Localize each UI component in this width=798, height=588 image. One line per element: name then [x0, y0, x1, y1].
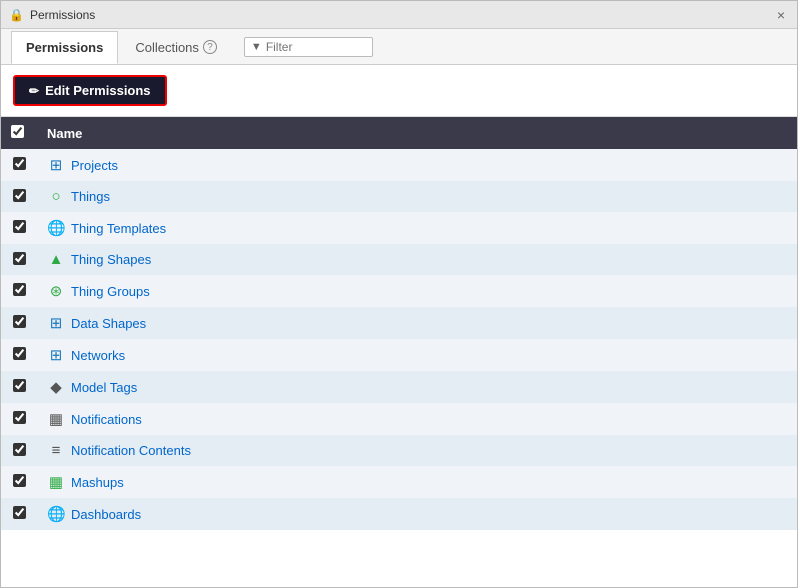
- item-icon: ⊞: [47, 346, 65, 364]
- item-link[interactable]: ▲ Thing Shapes: [47, 251, 787, 268]
- row-checkbox[interactable]: [13, 411, 26, 424]
- tab-bar: Permissions Collections ? ▼: [1, 29, 797, 65]
- window-title: Permissions: [30, 8, 95, 22]
- edit-permissions-label: Edit Permissions: [45, 83, 150, 98]
- table-row: ⊛ Thing Groups: [1, 275, 797, 307]
- item-icon: ⊞: [47, 314, 65, 332]
- item-icon: 🌐: [47, 219, 65, 237]
- filter-input-wrap: ▼: [244, 37, 373, 57]
- filter-area: ▼: [244, 37, 373, 57]
- title-bar-left: 🔒 Permissions: [9, 8, 95, 22]
- item-name: Thing Shapes: [71, 252, 151, 267]
- close-button[interactable]: ×: [773, 7, 789, 23]
- item-link[interactable]: 🌐 Dashboards: [47, 505, 787, 523]
- item-link[interactable]: ▦ Notifications: [47, 410, 787, 428]
- item-name: Data Shapes: [71, 316, 146, 331]
- pencil-icon: ✏: [29, 84, 39, 98]
- tab-permissions[interactable]: Permissions: [11, 31, 118, 64]
- item-link[interactable]: ▦ Mashups: [47, 473, 787, 491]
- item-link[interactable]: ⊞ Data Shapes: [47, 314, 787, 332]
- item-icon: ○: [47, 188, 65, 205]
- item-icon: ⊛: [47, 282, 65, 300]
- item-link[interactable]: ≡ Notification Contents: [47, 442, 787, 459]
- item-icon: ▦: [47, 473, 65, 491]
- table-row: 🌐 Dashboards: [1, 498, 797, 530]
- tab-collections[interactable]: Collections ?: [120, 31, 232, 63]
- item-name: Notification Contents: [71, 443, 191, 458]
- item-link[interactable]: ◆ Model Tags: [47, 378, 787, 396]
- table-row: ⊞ Data Shapes: [1, 307, 797, 339]
- table-row: ▦ Mashups: [1, 466, 797, 498]
- table-row: ▦ Notifications: [1, 403, 797, 435]
- edit-permissions-button[interactable]: ✏ Edit Permissions: [13, 75, 167, 106]
- table-row: ≡ Notification Contents: [1, 435, 797, 466]
- item-name: Things: [71, 189, 110, 204]
- item-link[interactable]: ⊛ Thing Groups: [47, 282, 787, 300]
- item-name: Model Tags: [71, 380, 137, 395]
- item-link[interactable]: ○ Things: [47, 188, 787, 205]
- table-header: Name: [1, 117, 797, 149]
- row-checkbox[interactable]: [13, 189, 26, 202]
- row-checkbox[interactable]: [13, 379, 26, 392]
- table-row: ◆ Model Tags: [1, 371, 797, 403]
- item-icon: ▲: [47, 251, 65, 268]
- item-name: Networks: [71, 348, 125, 363]
- lock-icon: 🔒: [9, 8, 24, 22]
- item-name: Mashups: [71, 475, 124, 490]
- item-icon: ◆: [47, 378, 65, 396]
- row-checkbox[interactable]: [13, 443, 26, 456]
- row-checkbox[interactable]: [13, 474, 26, 487]
- item-name: Dashboards: [71, 507, 141, 522]
- filter-icon: ▼: [251, 41, 262, 53]
- row-checkbox[interactable]: [13, 315, 26, 328]
- row-checkbox[interactable]: [13, 220, 26, 233]
- table-row: ⊞ Projects: [1, 149, 797, 181]
- permissions-window: 🔒 Permissions × Permissions Collections …: [0, 0, 798, 588]
- item-icon: ≡: [47, 442, 65, 459]
- title-bar: 🔒 Permissions ×: [1, 1, 797, 29]
- select-all-checkbox[interactable]: [11, 125, 24, 138]
- help-icon[interactable]: ?: [203, 40, 217, 54]
- row-checkbox[interactable]: [13, 506, 26, 519]
- item-link[interactable]: ⊞ Networks: [47, 346, 787, 364]
- item-icon: ⊞: [47, 156, 65, 174]
- item-name: Projects: [71, 158, 118, 173]
- table-row: ○ Things: [1, 181, 797, 212]
- permissions-table: Name ⊞ Projects ○ Things 🌐 Thing Templates ▲ Th…: [1, 117, 797, 530]
- name-column-header: Name: [37, 117, 797, 149]
- toolbar: ✏ Edit Permissions: [1, 65, 797, 117]
- table-body: ⊞ Projects ○ Things 🌐 Thing Templates ▲ Thing S…: [1, 149, 797, 530]
- item-name: Notifications: [71, 412, 142, 427]
- row-checkbox[interactable]: [13, 157, 26, 170]
- table-row: ⊞ Networks: [1, 339, 797, 371]
- item-name: Thing Groups: [71, 284, 150, 299]
- filter-input[interactable]: [266, 40, 366, 54]
- table-row: ▲ Thing Shapes: [1, 244, 797, 275]
- item-link[interactable]: ⊞ Projects: [47, 156, 787, 174]
- row-checkbox[interactable]: [13, 347, 26, 360]
- item-name: Thing Templates: [71, 221, 166, 236]
- table-container: Name ⊞ Projects ○ Things 🌐 Thing Templates ▲ Th…: [1, 117, 797, 587]
- row-checkbox[interactable]: [13, 283, 26, 296]
- table-row: 🌐 Thing Templates: [1, 212, 797, 244]
- row-checkbox[interactable]: [13, 252, 26, 265]
- item-link[interactable]: 🌐 Thing Templates: [47, 219, 787, 237]
- item-icon: ▦: [47, 410, 65, 428]
- item-icon: 🌐: [47, 505, 65, 523]
